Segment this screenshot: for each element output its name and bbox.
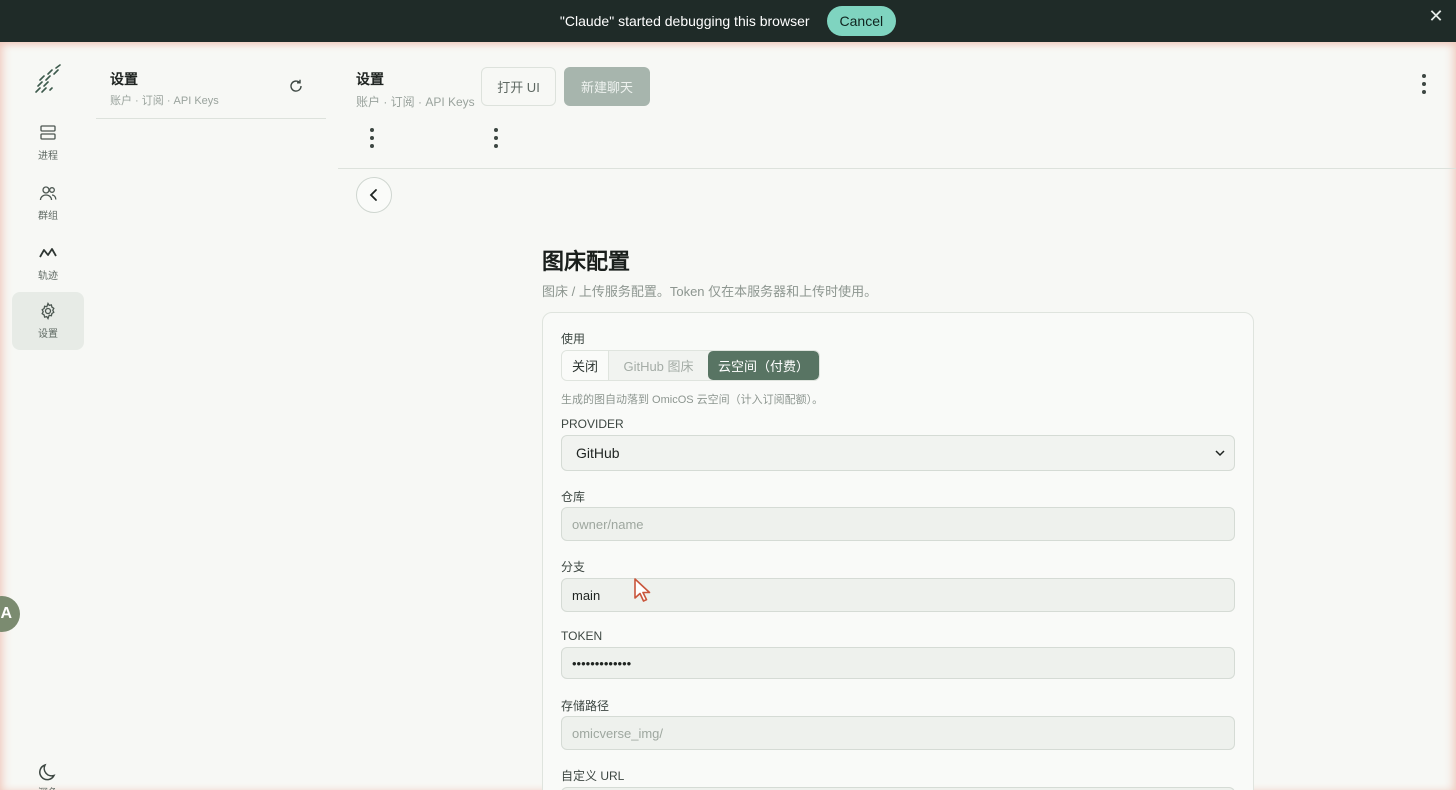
chevron-down-icon xyxy=(1215,450,1225,457)
rail-item-label: 轨迹 xyxy=(38,271,58,282)
more-menu-icon[interactable] xyxy=(1420,74,1428,94)
path-input[interactable]: omicverse_img/ xyxy=(561,716,1235,750)
chevron-left-icon xyxy=(369,189,377,201)
rail-item-label: 进程 xyxy=(38,151,58,162)
provider-label: PROVIDER xyxy=(561,417,624,431)
repo-placeholder: owner/name xyxy=(572,516,644,532)
more-menu-icon[interactable] xyxy=(492,128,500,148)
page-title: 设置 xyxy=(356,71,384,87)
sidebar-subtitle: 账户 · 订阅 · API Keys xyxy=(110,95,219,107)
theme-toggle-label: 深色 xyxy=(38,784,58,790)
debug-banner: "Claude" started debugging this browser … xyxy=(0,0,1456,42)
token-label: TOKEN xyxy=(561,629,603,643)
section-title: 图床配置 xyxy=(542,249,631,274)
debug-message: "Claude" started debugging this browser xyxy=(559,13,810,29)
refresh-icon[interactable] xyxy=(288,78,304,94)
use-segmented-control: 关闭 GitHub 图床 云空间（付费） xyxy=(561,350,820,381)
main-panel: 设置 账户 · 订阅 · API Keys 打开 UI 新建聊天 图床配置 图床… xyxy=(338,42,1456,790)
repo-input[interactable]: owner/name xyxy=(561,507,1235,541)
new-chat-button[interactable]: 新建聊天 xyxy=(564,67,650,106)
option-github[interactable]: GitHub 图床 xyxy=(609,351,708,380)
option-cloud-paid[interactable]: 云空间（付费） xyxy=(708,351,819,380)
trend-icon xyxy=(39,248,57,258)
logo-icon xyxy=(35,64,61,93)
page-subtitle: 账户 · 订阅 · API Keys xyxy=(356,95,475,109)
close-icon[interactable]: ✕ xyxy=(1426,6,1446,26)
branch-value: main xyxy=(572,587,601,603)
open-ui-button[interactable]: 打开 UI xyxy=(481,67,556,106)
rail-item-groups[interactable]: 群组 xyxy=(12,174,84,232)
app-window: 进程 群组 轨迹 设置 深色 A xyxy=(0,42,1456,790)
section-description: 图床 / 上传服务配置。Token 仅在本服务器和上传时使用。 xyxy=(542,284,878,299)
custom-url-label: 自定义 URL xyxy=(561,769,625,783)
rail-item-processes[interactable]: 进程 xyxy=(12,114,84,172)
option-off[interactable]: 关闭 xyxy=(562,351,609,380)
main-header: 设置 账户 · 订阅 · API Keys 打开 UI 新建聊天 xyxy=(338,42,1456,169)
mouse-cursor-icon xyxy=(634,578,651,602)
use-label: 使用 xyxy=(561,332,586,346)
use-hint: 生成的图自动落到 OmicOS 云空间（计入订阅配额）。 xyxy=(561,394,824,406)
branch-input[interactable]: main xyxy=(561,578,1235,612)
icon-rail: 进程 群组 轨迹 设置 深色 xyxy=(0,42,96,790)
path-label: 存储路径 xyxy=(561,699,610,713)
gear-icon xyxy=(41,302,55,320)
cancel-debug-button[interactable]: Cancel xyxy=(826,6,897,36)
more-menu-icon[interactable] xyxy=(368,128,376,148)
rail-item-label: 群组 xyxy=(38,211,58,222)
users-icon xyxy=(39,186,57,201)
settings-sidebar: 设置 账户 · 订阅 · API Keys xyxy=(96,42,326,790)
token-input[interactable]: ••••••••••••• xyxy=(561,647,1235,679)
sidebar-title: 设置 xyxy=(110,71,138,87)
moon-icon[interactable] xyxy=(36,760,60,784)
rail-item-settings[interactable]: 设置 xyxy=(12,292,84,350)
rail-item-trajectory[interactable]: 轨迹 xyxy=(12,234,84,292)
branch-label: 分支 xyxy=(561,560,586,574)
image-host-config-card: 使用 关闭 GitHub 图床 云空间（付费） 生成的图自动落到 OmicOS … xyxy=(542,312,1254,790)
back-button[interactable] xyxy=(356,177,392,213)
server-icon xyxy=(40,125,56,140)
path-placeholder: omicverse_img/ xyxy=(572,725,664,741)
token-value: ••••••••••••• xyxy=(572,655,632,671)
provider-value: GitHub xyxy=(576,445,620,461)
sidebar-header: 设置 账户 · 订阅 · API Keys xyxy=(96,42,326,119)
rail-item-label: 设置 xyxy=(38,329,58,340)
repo-label: 仓库 xyxy=(561,490,586,504)
provider-select[interactable]: GitHub xyxy=(561,435,1235,471)
